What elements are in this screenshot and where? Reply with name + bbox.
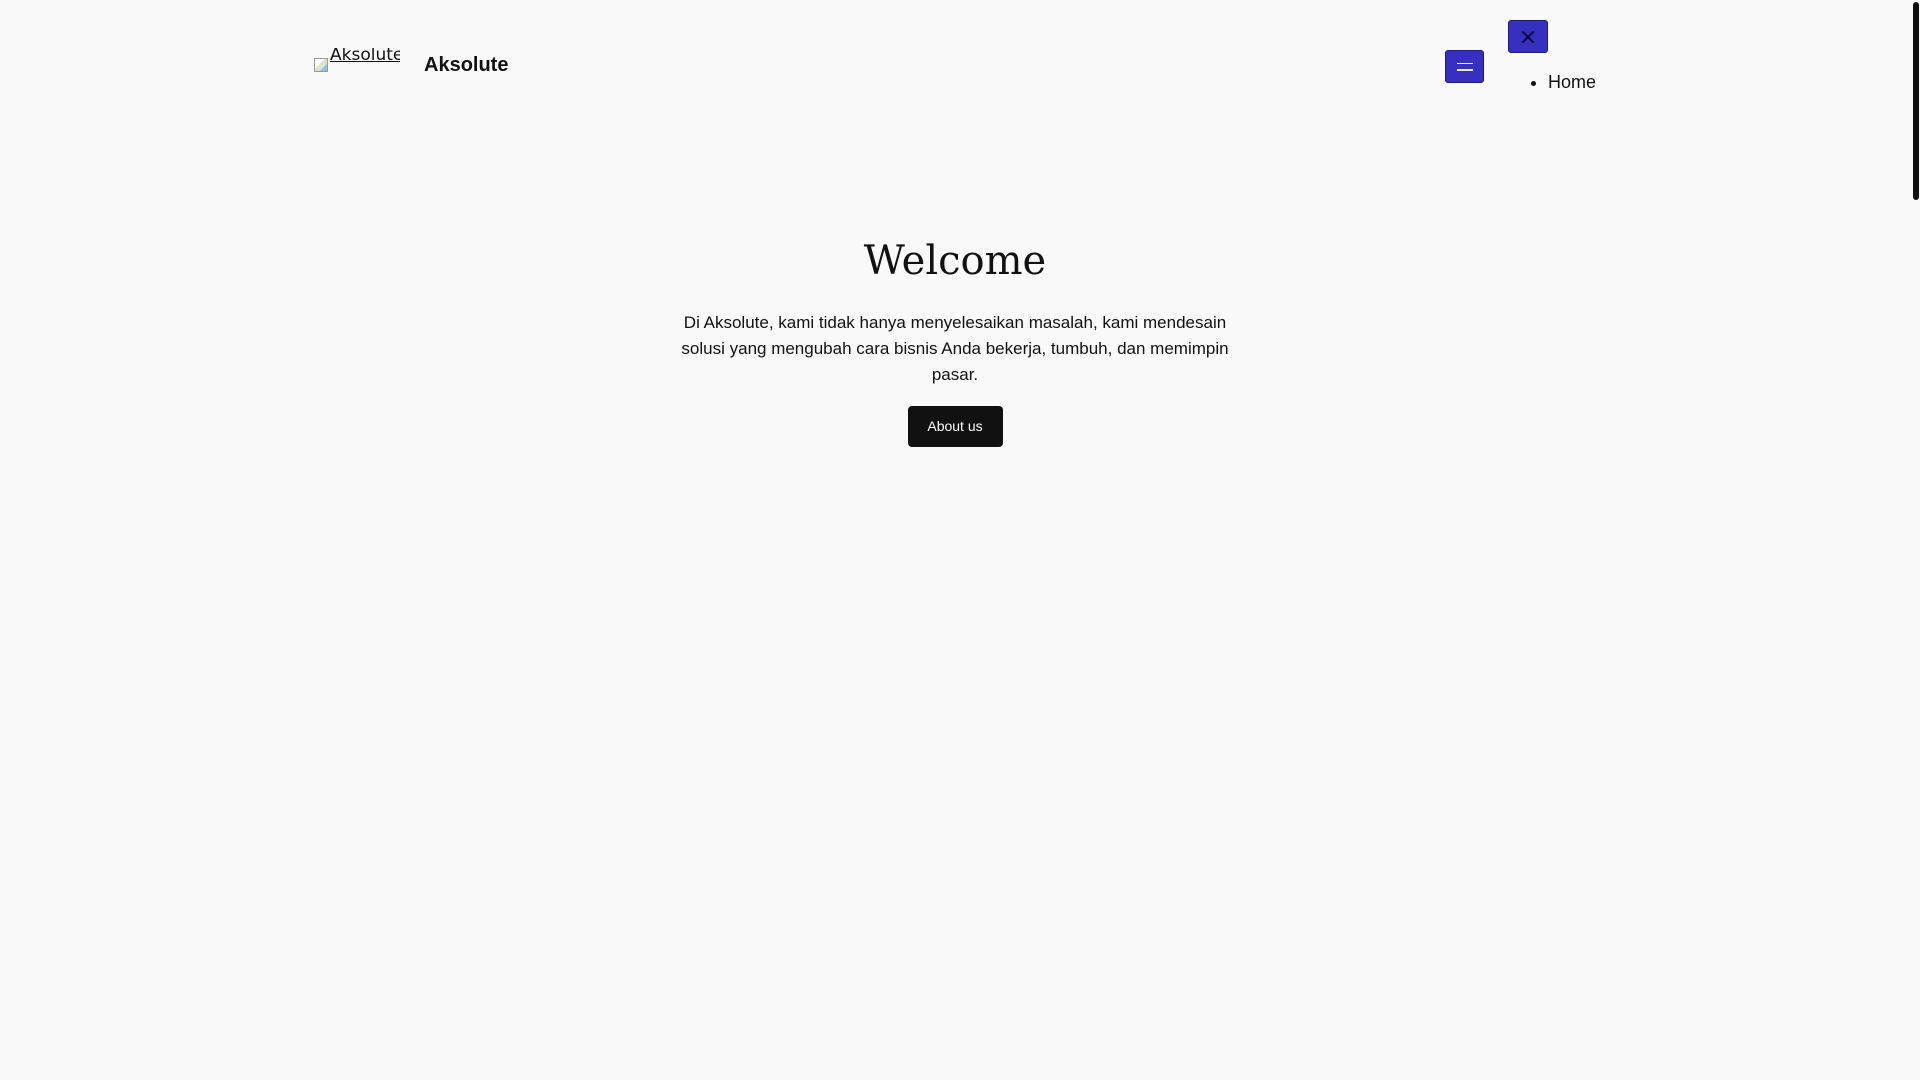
vertical-scrollbar[interactable] [1910,0,1920,1080]
hero-section: Welcome Di Aksolute, kami tidak hanya me… [0,230,1910,447]
logo-alt-text: Aksolute [330,48,400,65]
about-us-button[interactable]: About us [907,406,1003,447]
nav-menu: Home [1530,72,1596,93]
hamburger-icon [1456,62,1473,71]
site-logo-link[interactable]: Aksolute [314,48,400,74]
hero-title: Welcome [863,238,1047,284]
broken-image-icon [314,58,328,72]
menu-close-button[interactable] [1508,20,1548,53]
close-icon [1520,29,1536,45]
nav-item-home: Home [1548,72,1596,93]
nav-link-home[interactable]: Home [1548,72,1596,92]
page: Aksolute Aksolute Home Welcome Di Aksolu… [0,0,1920,1080]
hero-description: Di Aksolute, kami tidak hanya menyelesai… [681,313,1229,384]
scrollbar-thumb[interactable] [1913,2,1919,200]
site-title[interactable]: Aksolute [424,54,508,77]
menu-open-button[interactable] [1445,50,1484,83]
